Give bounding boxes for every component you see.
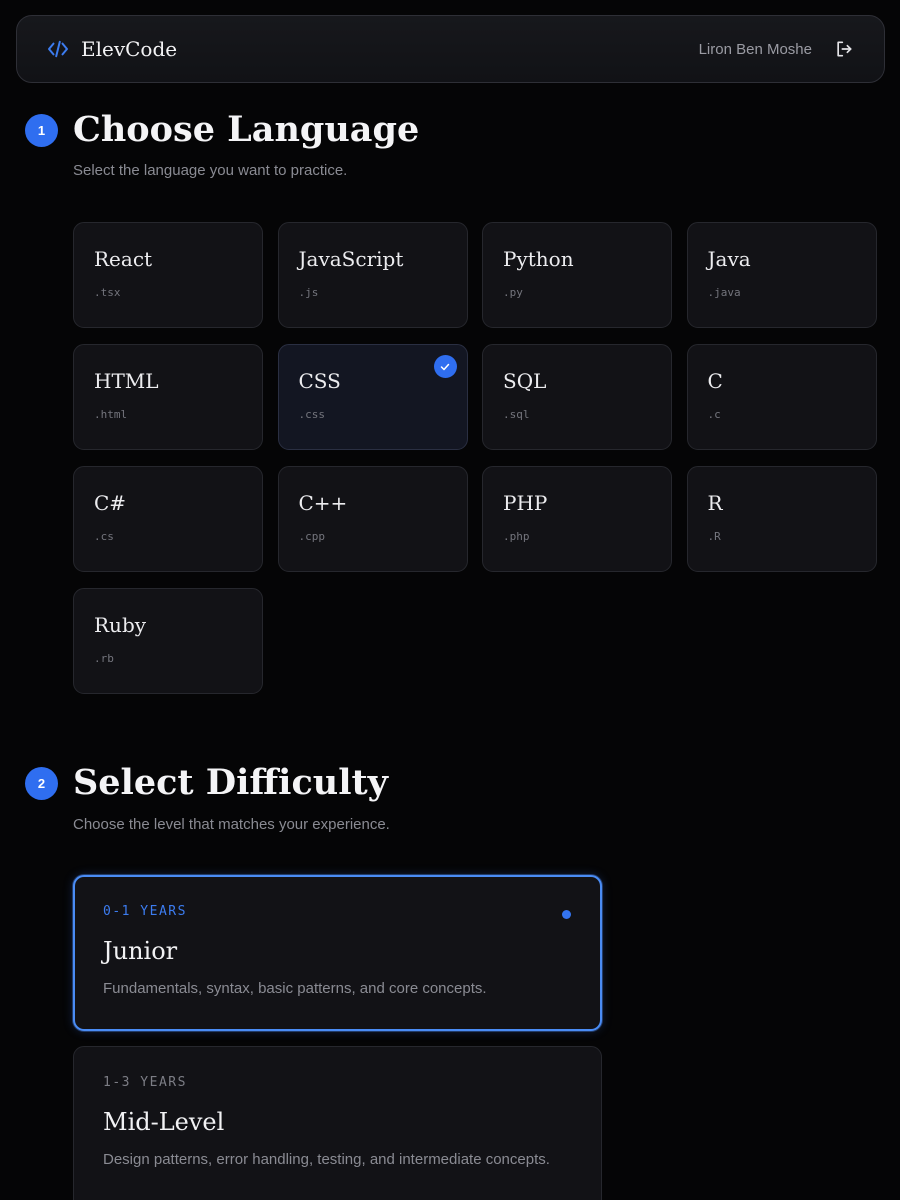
language-card-cpp[interactable]: C++ .cpp bbox=[277, 466, 468, 572]
difficulty-years: 1-3 YEARS bbox=[103, 1075, 187, 1090]
language-card-sql[interactable]: SQL .sql bbox=[482, 344, 672, 450]
language-name: Ruby bbox=[94, 613, 147, 637]
language-ext: .cpp bbox=[298, 530, 326, 543]
language-card-javascript[interactable]: JavaScript .js bbox=[277, 222, 468, 328]
difficulty-description: Design patterns, error handling, testing… bbox=[103, 1151, 550, 1168]
language-name: C# bbox=[94, 491, 127, 515]
step-badge-1: 1 bbox=[25, 114, 58, 147]
difficulty-title: Junior bbox=[103, 937, 178, 965]
user-name: Liron Ben Moshe bbox=[698, 40, 812, 58]
language-name: C bbox=[707, 369, 723, 393]
selected-dot-icon bbox=[562, 910, 571, 919]
language-ext: .php bbox=[503, 530, 530, 543]
language-ext: .c bbox=[707, 408, 721, 421]
checkmark-icon bbox=[433, 355, 457, 378]
difficulty-description: Fundamentals, syntax, basic patterns, an… bbox=[103, 980, 487, 997]
language-ext: .js bbox=[298, 286, 319, 299]
language-ext: .tsx bbox=[94, 286, 121, 299]
language-card-html[interactable]: HTML .html bbox=[73, 344, 263, 450]
difficulty-card-mid-level[interactable]: 1-3 YEARS Mid-Level Design patterns, err… bbox=[73, 1046, 602, 1200]
top-navbar: ElevCode Liron Ben Moshe bbox=[16, 15, 885, 83]
language-name: HTML bbox=[94, 369, 159, 393]
language-card-java[interactable]: Java .java bbox=[686, 222, 877, 328]
difficulty-card-junior[interactable]: 0-1 YEARS Junior Fundamentals, syntax, b… bbox=[73, 875, 602, 1031]
language-ext: .cs bbox=[94, 530, 114, 543]
language-card-c[interactable]: C .c bbox=[686, 344, 877, 450]
brand[interactable]: ElevCode bbox=[47, 37, 177, 61]
language-name: PHP bbox=[503, 491, 548, 515]
language-name: React bbox=[94, 247, 153, 271]
user-area: Liron Ben Moshe bbox=[699, 39, 854, 59]
language-ext: .py bbox=[503, 286, 523, 299]
language-ext: .rb bbox=[94, 652, 114, 665]
language-ext: .css bbox=[298, 408, 326, 421]
language-name: C++ bbox=[298, 491, 348, 515]
language-card-react[interactable]: React .tsx bbox=[73, 222, 263, 328]
language-name: Java bbox=[707, 247, 751, 271]
language-ext: .java bbox=[707, 286, 741, 299]
code-brackets-icon bbox=[48, 40, 68, 58]
difficulty-years: 0-1 YEARS bbox=[103, 904, 187, 919]
language-card-csharp[interactable]: C# .cs bbox=[73, 466, 263, 572]
language-ext: .html bbox=[94, 408, 128, 421]
choose-language-subtitle: Select the language you want to practice… bbox=[73, 162, 348, 179]
language-card-r[interactable]: R .R bbox=[686, 466, 877, 572]
language-name: JavaScript bbox=[298, 247, 404, 271]
language-card-php[interactable]: PHP .php bbox=[482, 466, 672, 572]
step-badge-2: 2 bbox=[25, 767, 58, 800]
logout-icon[interactable] bbox=[834, 39, 854, 59]
select-difficulty-title: Select Difficulty bbox=[73, 762, 388, 803]
language-name: CSS bbox=[298, 369, 341, 393]
language-grid: React .tsx JavaScript .js Python .py Jav… bbox=[73, 222, 877, 694]
language-name: SQL bbox=[503, 369, 547, 393]
language-card-css[interactable]: CSS .css bbox=[277, 344, 468, 450]
language-card-python[interactable]: Python .py bbox=[482, 222, 672, 328]
language-ext: .sql bbox=[503, 408, 530, 421]
language-name: R bbox=[707, 491, 723, 515]
difficulty-title: Mid-Level bbox=[103, 1108, 225, 1136]
select-difficulty-subtitle: Choose the level that matches your exper… bbox=[73, 816, 390, 833]
language-ext: .R bbox=[707, 530, 721, 543]
choose-language-title: Choose Language bbox=[73, 109, 420, 150]
language-name: Python bbox=[503, 247, 574, 271]
language-card-ruby[interactable]: Ruby .rb bbox=[73, 588, 263, 694]
brand-name: ElevCode bbox=[81, 37, 178, 61]
